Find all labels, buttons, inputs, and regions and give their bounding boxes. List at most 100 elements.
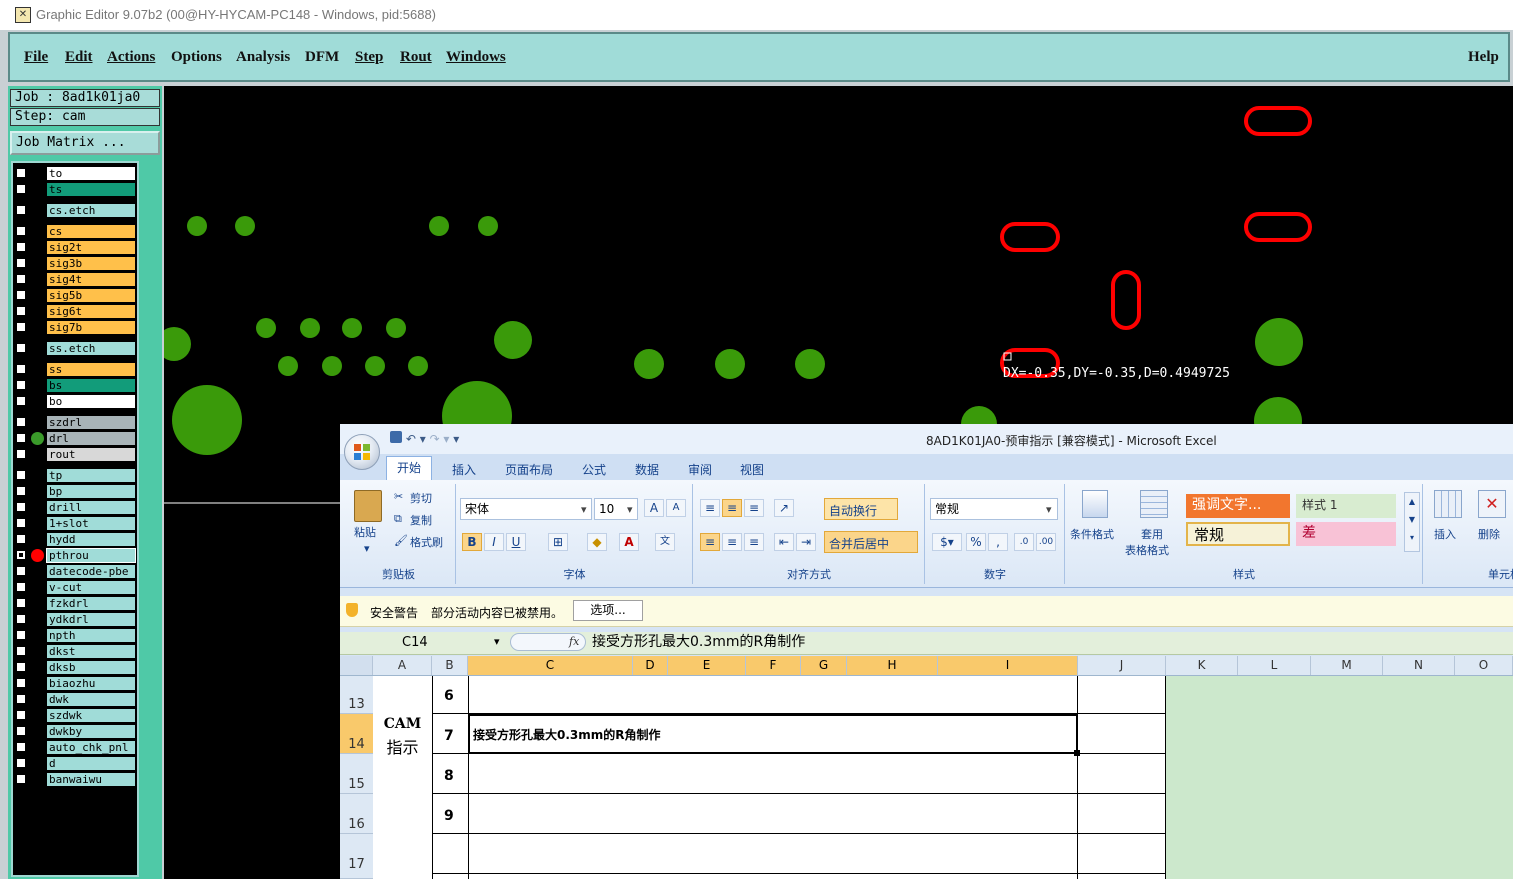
layer-row-dwk[interactable]: dwk [13,693,137,707]
layer-row-ts[interactable]: ts [13,183,137,197]
copy-icon[interactable]: ⧉ [394,512,402,526]
row-17[interactable]: 17 [340,834,373,879]
layer-row-cs[interactable]: cs [13,225,137,239]
increase-decimal-icon[interactable]: .0 [1014,533,1034,551]
tab-home[interactable]: 开始 [386,456,432,480]
layer-checkbox[interactable] [16,274,26,284]
layer-checkbox[interactable] [16,694,26,704]
layer-row-npth[interactable]: npth [13,629,137,643]
font-name-box[interactable]: 宋体 [460,498,592,520]
tab-data[interactable]: 数据 [635,461,659,478]
layer-checkbox[interactable] [16,290,26,300]
conditional-format-icon[interactable] [1082,490,1108,518]
layer-row-dwkby[interactable]: dwkby [13,725,137,739]
layer-checkbox[interactable] [16,598,26,608]
tab-formulas[interactable]: 公式 [582,461,606,478]
layer-checkbox[interactable] [16,343,26,353]
insert-function-icon[interactable]: fx [569,635,579,648]
style-1[interactable]: 样式 1 [1296,494,1396,518]
col-n[interactable]: N [1383,656,1455,675]
align-bottom-icon[interactable]: ≡ [744,499,764,517]
layer-checkbox[interactable] [16,226,26,236]
font-color-icon[interactable]: A [619,533,639,551]
layer-row-rout[interactable]: rout [13,448,137,462]
col-a[interactable]: A [373,656,432,675]
insert-cells-button[interactable]: 插入 [1434,526,1456,542]
tab-review[interactable]: 审阅 [688,461,712,478]
menu-rout[interactable]: Rout [400,49,432,66]
undo-icon[interactable]: ↶ ▾ [406,432,426,446]
copy-button[interactable]: 复制 [410,512,432,528]
layer-row-bo[interactable]: bo [13,395,137,409]
active-cell-c14[interactable]: 接受方形孔最大0.3mm的R角制作 [468,714,1078,754]
row-14[interactable]: 14 [340,714,373,754]
layer-checkbox[interactable] [16,205,26,215]
menu-windows[interactable]: Windows [446,49,506,66]
col-d[interactable]: D [633,656,668,675]
layer-checkbox[interactable] [16,550,26,560]
col-m[interactable]: M [1311,656,1383,675]
format-painter-icon[interactable]: 🖌 [394,534,408,547]
layer-checkbox[interactable] [16,678,26,688]
phonetic-icon[interactable]: 文 [655,533,675,551]
layer-row-biaozhu[interactable]: biaozhu [13,677,137,691]
layer-checkbox[interactable] [16,306,26,316]
layer-checkbox[interactable] [16,242,26,252]
layer-row-hydd[interactable]: hydd [13,533,137,547]
border-icon[interactable]: ⊞ [548,533,568,551]
layer-row-sig7b[interactable]: sig7b [13,321,137,335]
layer-checkbox[interactable] [16,380,26,390]
layer-checkbox[interactable] [16,774,26,784]
layer-checkbox[interactable] [16,726,26,736]
layer-row-v-cut[interactable]: v-cut [13,581,137,595]
col-e[interactable]: E [668,656,746,675]
currency-icon[interactable]: $▾ [932,533,962,551]
layer-row-drill[interactable]: drill [13,501,137,515]
layer-checkbox[interactable] [16,758,26,768]
menu-options[interactable]: Options [171,49,222,66]
worksheet-grid[interactable]: 13 14 15 16 17 CAM 指示 6 7 8 9 接受方形孔最大0.3… [340,676,1513,879]
style-bad[interactable]: 差 [1296,522,1396,546]
align-left-icon[interactable]: ≡ [700,533,720,551]
fill-handle[interactable] [1074,750,1080,756]
col-b[interactable]: B [432,656,468,675]
redo-icon[interactable]: ↷ ▾ [430,432,450,446]
layer-checkbox[interactable] [16,502,26,512]
layer-row-ss.etch[interactable]: ss.etch [13,342,137,356]
orientation-icon[interactable]: ↗ [774,499,794,517]
layer-checkbox[interactable] [16,168,26,178]
menu-file[interactable]: File [24,49,48,66]
layer-checkbox[interactable] [16,449,26,459]
styles-scroll[interactable]: ▲ ▼ ▾ [1404,492,1420,552]
col-i[interactable]: I [938,656,1078,675]
col-c[interactable]: C [468,656,633,675]
customize-qat-icon[interactable]: ▾ [453,432,459,446]
layer-row-sig3b[interactable]: sig3b [13,257,137,271]
decrease-decimal-icon[interactable]: .00 [1036,533,1056,551]
menu-step[interactable]: Step [355,49,383,66]
layer-row-auto_chk_pnl[interactable]: auto_chk_pnl [13,741,137,755]
col-j[interactable]: J [1078,656,1166,675]
layer-row-pthrou[interactable]: pthrou [13,548,137,563]
layer-row-fzkdrl[interactable]: fzkdrl [13,597,137,611]
formula-input[interactable]: 接受方形孔最大0.3mm的R角制作 [592,633,805,652]
menu-help[interactable]: Help [1468,49,1499,66]
office-button[interactable] [344,434,380,470]
underline-icon[interactable]: U [506,533,526,551]
col-l[interactable]: L [1238,656,1311,675]
layer-row-sig5b[interactable]: sig5b [13,289,137,303]
col-f[interactable]: F [746,656,801,675]
layer-checkbox[interactable] [16,662,26,672]
insert-cells-icon[interactable] [1434,490,1462,518]
align-right-icon[interactable]: ≡ [744,533,764,551]
bold-icon[interactable]: B [462,533,482,551]
name-box-dropdown-icon[interactable]: ▾ [494,635,500,648]
layer-row-d[interactable]: d [13,757,137,771]
layer-checkbox[interactable] [16,433,26,443]
number-format-box[interactable]: 常规 [930,498,1058,520]
col-h[interactable]: H [847,656,938,675]
align-center-icon[interactable]: ≡ [722,533,742,551]
cut-icon[interactable]: ✂ [394,490,403,503]
layer-row-cs.etch[interactable]: cs.etch [13,204,137,218]
col-k[interactable]: K [1166,656,1238,675]
